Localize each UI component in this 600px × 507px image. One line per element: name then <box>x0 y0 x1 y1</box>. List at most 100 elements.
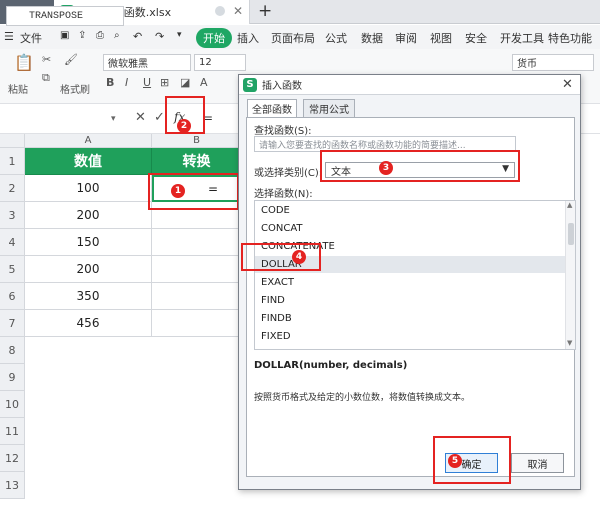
row-header[interactable]: 3 <box>0 202 25 229</box>
list-item[interactable]: EXACT <box>255 274 565 291</box>
list-item[interactable]: CODE <box>255 202 565 219</box>
bold-icon[interactable]: B <box>106 76 114 89</box>
print-icon[interactable]: ⎙ <box>96 30 104 41</box>
hamburger-icon[interactable]: ☰ <box>4 30 14 43</box>
dialog-logo-icon: S <box>243 77 257 92</box>
cell-a7[interactable]: 456 <box>25 310 152 337</box>
paste-label[interactable]: 粘贴 <box>8 81 28 96</box>
cancel-formula-icon[interactable]: ✕ <box>135 110 146 125</box>
dialog-title-bar: S 插入函数 <box>239 75 580 95</box>
fill-color-icon[interactable]: ◪ <box>180 76 190 89</box>
redo-icon[interactable]: ↷ <box>155 30 164 43</box>
row-header[interactable]: 10 <box>0 391 25 418</box>
list-item[interactable]: FIND <box>255 292 565 309</box>
step-badge-3: 3 <box>379 161 393 175</box>
category-label: 或选择类别(C): <box>254 168 323 179</box>
name-box[interactable]: TRANSPOSE <box>6 6 124 26</box>
preview-icon[interactable]: ⌕ <box>114 30 120 41</box>
underline-icon[interactable]: U <box>143 76 151 89</box>
list-item[interactable]: CONCAT <box>255 220 565 237</box>
menu-bar: ☰ 文件 ▣ ⇪ ⎙ ⌕ ↶ ↷ ▾ 开始 插入 页面布局 公式 数据 审阅 视… <box>0 25 600 49</box>
undo-icon[interactable]: ↶ <box>133 30 142 43</box>
cell-a5[interactable]: 200 <box>25 256 152 283</box>
copy-icon[interactable]: ⧉ <box>42 71 50 85</box>
annotation-box-ok <box>433 436 511 484</box>
menu-developer[interactable]: 开发工具 <box>500 30 544 46</box>
row-header[interactable]: 4 <box>0 229 25 256</box>
cell-a4[interactable]: 150 <box>25 229 152 256</box>
menu-file[interactable]: 文件 <box>20 30 42 46</box>
font-size-select[interactable]: 12 <box>194 54 246 71</box>
tab-all-functions[interactable]: 全部函数 <box>247 99 297 118</box>
step-badge-5: 5 <box>448 454 462 468</box>
cell-b6[interactable] <box>152 283 242 310</box>
annotation-box-dollar <box>241 243 321 271</box>
save-icon[interactable]: ▣ <box>60 30 69 41</box>
function-signature: DOLLAR(number, decimals) <box>254 360 408 371</box>
search-label: 查找函数(S): <box>254 126 312 137</box>
number-format-select[interactable]: 货币 <box>512 54 594 71</box>
name-box-dropdown-icon[interactable]: ▾ <box>111 114 116 124</box>
row-header[interactable]: 11 <box>0 418 25 445</box>
confirm-formula-icon[interactable]: ✓ <box>154 110 165 125</box>
function-list-label: 选择函数(N): <box>254 189 313 200</box>
row-header[interactable]: 8 <box>0 337 25 364</box>
menu-insert[interactable]: 插入 <box>237 30 259 46</box>
row-header[interactable]: 1 <box>0 148 25 175</box>
cell-a1[interactable]: 数值 <box>25 148 152 175</box>
column-header-b[interactable]: B <box>152 134 242 148</box>
menu-view[interactable]: 视图 <box>430 30 452 46</box>
menu-start[interactable]: 开始 <box>196 28 232 48</box>
step-badge-4: 4 <box>292 250 306 264</box>
cell-b7[interactable] <box>152 310 242 337</box>
menu-data[interactable]: 数据 <box>361 30 383 46</box>
step-badge-2: 2 <box>177 119 191 133</box>
tab-close-icon[interactable]: ✕ <box>233 4 243 18</box>
cut-icon[interactable]: ✂ <box>42 53 51 66</box>
row-header[interactable]: 9 <box>0 364 25 391</box>
cell-a3[interactable]: 200 <box>25 202 152 229</box>
scroll-up-icon[interactable]: ▲ <box>567 201 572 209</box>
scroll-down-icon[interactable]: ▼ <box>567 339 572 347</box>
function-list[interactable]: CODE CONCAT CONCATENATE DOLLAR EXACT FIN… <box>254 200 576 350</box>
row-header[interactable]: 7 <box>0 310 25 337</box>
menu-formulas[interactable]: 公式 <box>325 30 347 46</box>
row-header[interactable]: 12 <box>0 445 25 472</box>
insert-function-dialog: S 插入函数 ✕ 全部函数 常用公式 查找函数(S): 请输入您要查找的函数名称… <box>238 74 581 490</box>
cell-a2[interactable]: 100 <box>25 175 152 202</box>
italic-icon[interactable]: I <box>125 76 128 89</box>
column-header-a[interactable]: A <box>25 134 152 148</box>
new-tab-plus-icon[interactable]: + <box>258 1 272 21</box>
list-item[interactable]: FINDB <box>255 310 565 327</box>
dialog-close-icon[interactable]: ✕ <box>562 77 573 92</box>
step-badge-1: 1 <box>171 184 185 198</box>
font-family-select[interactable]: 微软雅黑 <box>103 54 191 71</box>
cancel-button[interactable]: 取消 <box>511 453 564 473</box>
select-all-corner[interactable] <box>0 134 25 148</box>
row-header[interactable]: 6 <box>0 283 25 310</box>
cell-a6[interactable]: 350 <box>25 283 152 310</box>
menu-page-layout[interactable]: 页面布局 <box>271 30 315 46</box>
row-header[interactable]: 13 <box>0 472 25 499</box>
format-painter-label[interactable]: 格式刷 <box>60 81 90 96</box>
font-color-icon[interactable]: A <box>200 76 208 89</box>
function-description: 按照货币格式及给定的小数位数，将数值转换成文本。 <box>254 393 471 403</box>
unsaved-dot-icon <box>215 6 225 16</box>
row-header[interactable]: 2 <box>0 175 25 202</box>
border-icon[interactable]: ⊞ <box>160 76 169 89</box>
export-icon[interactable]: ⇪ <box>78 30 86 41</box>
cell-b1[interactable]: 转换 <box>152 148 242 175</box>
cell-b5[interactable] <box>152 256 242 283</box>
list-item[interactable]: FIXED <box>255 328 565 345</box>
cell-b4[interactable] <box>152 229 242 256</box>
list-scrollbar[interactable]: ▲ ▼ <box>565 201 575 349</box>
paste-icon[interactable]: 📋 <box>14 53 34 72</box>
menu-features[interactable]: 特色功能 <box>548 30 592 46</box>
menu-security[interactable]: 安全 <box>465 30 487 46</box>
menu-review[interactable]: 审阅 <box>395 30 417 46</box>
tab-common-formulas[interactable]: 常用公式 <box>303 99 355 118</box>
more-icon[interactable]: ▾ <box>177 30 182 40</box>
scroll-thumb[interactable] <box>568 223 574 245</box>
format-painter-icon[interactable]: 🖌 <box>64 53 78 66</box>
row-header[interactable]: 5 <box>0 256 25 283</box>
